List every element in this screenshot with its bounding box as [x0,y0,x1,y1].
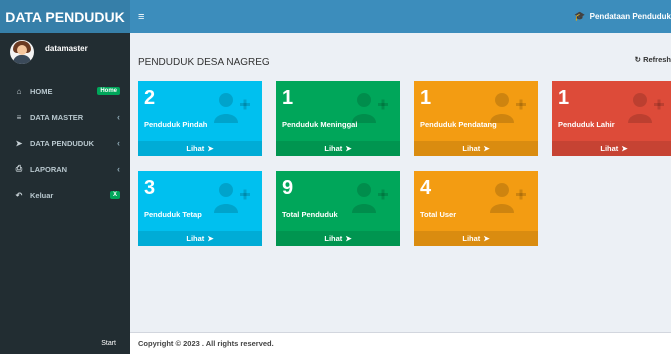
stat-value: 3 [144,177,156,199]
top-header: ≡ 🎓 Pendataan Penduduk [130,0,671,33]
stat-box-penduduk-pendatang: 1 Penduduk Pendatang Lihat ➤ [414,81,538,156]
sidebar: DATA PENDUDUK datamaster ⌂ HOME Home ≡ D… [0,0,130,354]
stat-label: Total Penduduk [282,210,338,219]
sidebar-item-home[interactable]: ⌂ HOME Home [0,78,130,104]
arrow-circle-right-icon: ➤ [345,144,352,153]
sidebar-item-label: LAPORAN [30,164,68,174]
arrow-circle-right-icon: ➤ [345,234,352,243]
home-badge: Home [97,87,120,95]
stat-more-link[interactable]: Lihat ➤ [552,141,671,156]
more-link-label: Lihat [462,234,481,243]
more-link-label: Lihat [324,144,343,153]
chevron-left-icon: ‹ [117,112,120,122]
home-icon: ⌂ [16,86,22,96]
send-icon: ➤ [15,138,23,148]
refresh-label: Refresh [643,55,671,64]
chevron-left-icon: ‹ [117,138,120,148]
stat-more-link[interactable]: Lihat ➤ [414,231,538,246]
stat-box-penduduk-meninggal: 1 Penduduk Meninggal Lihat ➤ [276,81,400,156]
user-plus-icon [352,93,388,123]
stat-more-link[interactable]: Lihat ➤ [276,141,400,156]
arrow-circle-right-icon: ➤ [483,144,490,153]
print-icon: ⎙ [15,164,23,173]
stat-more-link[interactable]: Lihat ➤ [414,141,538,156]
graduation-cap-icon: 🎓 [574,11,586,21]
page-title: PENDUDUK DESA NAGREG [138,57,270,68]
chevron-left-icon: ‹ [117,164,120,174]
stat-label: Penduduk Tetap [144,210,202,219]
more-link-label: Lihat [324,234,343,243]
sidebar-item-keluar[interactable]: ↶ Keluar X [0,182,130,208]
stat-value: 2 [144,87,156,109]
main-content: PENDUDUK DESA NAGREG ↻ Refresh 2 Pendudu… [130,33,671,332]
arrow-circle-right-icon: ➤ [483,234,490,243]
page-footer: Copyright © 2023 . All rights reserved. [130,332,671,354]
user-plus-icon [490,93,526,123]
stat-value: 4 [420,177,432,199]
arrow-circle-right-icon: ➤ [207,144,214,153]
stat-box-total-user: 4 Total User Lihat ➤ [414,171,538,246]
stat-box-total-penduduk: 9 Total Penduduk Lihat ➤ [276,171,400,246]
user-plus-icon [214,93,250,123]
stat-label: Penduduk Lahir [558,120,615,129]
hamburger-icon[interactable]: ≡ [138,11,144,23]
stat-value: 1 [420,87,432,109]
refresh-button[interactable]: ↻ Refresh [635,55,671,64]
stat-box-penduduk-pindah: 2 Penduduk Pindah Lihat ➤ [138,81,262,156]
stat-label: Total User [420,210,457,219]
more-link-label: Lihat [186,144,205,153]
stat-label: Penduduk Pindah [144,120,208,129]
stat-value: 1 [558,87,570,109]
database-icon: ≡ [16,112,22,122]
refresh-icon: ↻ [634,55,641,64]
stat-box-penduduk-tetap: 3 Penduduk Tetap Lihat ➤ [138,171,262,246]
sidebar-item-label: DATA PENDUDUK [30,138,95,148]
stat-box-penduduk-lahir: 1 Penduduk Lahir Lihat ➤ [552,81,671,156]
more-link-label: Lihat [462,144,481,153]
user-plus-icon [214,183,250,213]
header-right-label: Pendataan Penduduk [589,12,671,21]
more-link-label: Lihat [186,234,205,243]
user-plus-icon [490,183,526,213]
arrow-circle-right-icon: ➤ [621,144,628,153]
stat-label: Penduduk Meninggal [282,120,358,129]
keluar-badge: X [109,191,120,199]
sidebar-item-data-master[interactable]: ≡ DATA MASTER ‹ [0,104,130,130]
app-brand[interactable]: DATA PENDUDUK [0,0,130,33]
stat-value: 9 [282,177,294,199]
stat-label: Penduduk Pendatang [420,120,497,129]
more-link-label: Lihat [600,144,619,153]
stat-value: 1 [282,87,294,109]
avatar [10,40,34,64]
sidebar-item-label: Keluar [30,190,54,200]
header-app-link[interactable]: 🎓 Pendataan Penduduk [574,0,671,33]
sidebar-item-data-penduduk[interactable]: ➤ DATA PENDUDUK ‹ [0,130,130,156]
stat-more-link[interactable]: Lihat ➤ [138,141,262,156]
sidebar-menu: ⌂ HOME Home ≡ DATA MASTER ‹ ➤ DATA PENDU… [0,78,130,208]
user-plus-icon [628,93,664,123]
sidebar-item-laporan[interactable]: ⎙ LAPORAN ‹ [0,156,130,182]
sidebar-item-label: DATA MASTER [30,112,84,122]
reply-icon: ↶ [15,190,23,200]
user-plus-icon [352,183,388,213]
arrow-circle-right-icon: ➤ [207,234,214,243]
stat-more-link[interactable]: Lihat ➤ [276,231,400,246]
user-panel: datamaster [0,33,130,78]
stat-more-link[interactable]: Lihat ➤ [138,231,262,246]
sidebar-item-label: HOME [30,86,53,96]
sidebar-footer: Start [101,339,116,347]
username: datamaster [45,44,88,53]
